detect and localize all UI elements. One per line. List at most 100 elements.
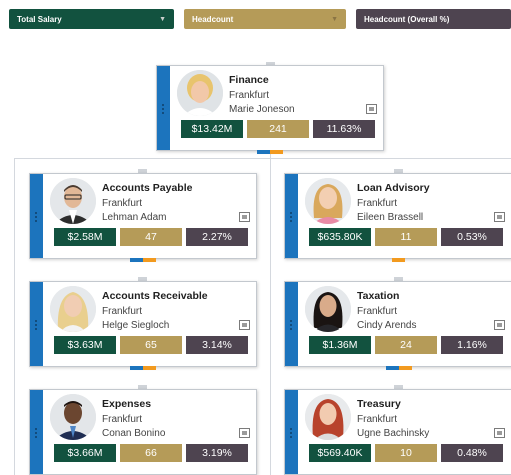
node-location: Frankfurt [102, 198, 143, 209]
org-node-finance[interactable]: Finance Frankfurt Marie Joneson $13.42M … [156, 65, 384, 151]
node-stats: $3.63M 65 3.14% [54, 336, 248, 354]
expand-bar[interactable] [386, 258, 412, 262]
org-node-accounts-receivable[interactable]: Accounts Receivable Frankfurt Helge Sieg… [29, 281, 257, 367]
zoom-icon[interactable] [366, 104, 377, 114]
node-title: Loan Advisory [357, 182, 430, 194]
zoom-icon[interactable] [494, 212, 505, 222]
connector-line [14, 158, 15, 475]
drag-handle[interactable] [285, 390, 298, 474]
node-location: Frankfurt [357, 306, 398, 317]
zoom-icon[interactable] [239, 320, 250, 330]
node-stats: $569.40K 10 0.48% [309, 444, 503, 462]
headcount-value: 66 [120, 444, 182, 462]
connector-line [270, 150, 271, 475]
salary-value: $2.58M [54, 228, 116, 246]
org-node-treasury[interactable]: Treasury Frankfurt Ugne Bachinsky $569.4… [284, 389, 511, 475]
node-title: Finance [229, 74, 269, 86]
drag-handle[interactable] [157, 66, 170, 150]
drag-handle-icon [290, 212, 293, 224]
node-person: Ugne Bachinsky [357, 428, 430, 439]
percent-value: 3.14% [186, 336, 248, 354]
percent-value: 2.27% [186, 228, 248, 246]
headcount-dropdown[interactable]: Headcount ▼ [184, 9, 346, 29]
node-person: Helge Siegloch [102, 320, 170, 331]
zoom-icon[interactable] [494, 320, 505, 330]
headcount-value: 10 [375, 444, 437, 462]
node-person: Conan Bonino [102, 428, 166, 439]
node-person: Eileen Brassell [357, 212, 424, 223]
node-location: Frankfurt [229, 90, 270, 101]
headcount-overall-dropdown[interactable]: Headcount (Overall %) [356, 9, 511, 29]
drag-handle-icon [290, 320, 293, 332]
drag-handle[interactable] [30, 390, 43, 474]
org-node-expenses[interactable]: Expenses Frankfurt Conan Bonino $3.66M 6… [29, 389, 257, 475]
node-stats: $1.36M 24 1.16% [309, 336, 503, 354]
drag-handle[interactable] [285, 174, 298, 258]
drag-handle-icon [35, 428, 38, 440]
salary-value: $1.36M [309, 336, 371, 354]
avatar [305, 286, 351, 332]
org-node-loan-advisory[interactable]: Loan Advisory Frankfurt Eileen Brassell … [284, 173, 511, 259]
node-stats: $13.42M 241 11.63% [181, 120, 375, 138]
node-location: Frankfurt [357, 414, 398, 425]
node-title: Accounts Payable [102, 182, 193, 194]
expand-bar[interactable] [130, 258, 156, 262]
node-title: Treasury [357, 398, 401, 410]
avatar [177, 70, 223, 116]
org-node-taxation[interactable]: Taxation Frankfurt Cindy Arends $1.36M 2… [284, 281, 511, 367]
node-stats: $2.58M 47 2.27% [54, 228, 248, 246]
avatar [305, 394, 351, 440]
chevron-down-icon: ▼ [331, 15, 338, 23]
headcount-value: 65 [120, 336, 182, 354]
connector-line [14, 158, 271, 159]
node-location: Frankfurt [102, 414, 143, 425]
node-stats: $635.80K 11 0.53% [309, 228, 503, 246]
avatar [50, 394, 96, 440]
node-title: Expenses [102, 398, 152, 410]
drag-handle-icon [35, 212, 38, 224]
node-title: Accounts Receivable [102, 290, 208, 302]
percent-value: 0.48% [441, 444, 503, 462]
node-person: Marie Joneson [229, 104, 295, 115]
total-salary-dropdown-label: Total Salary [17, 14, 62, 24]
node-stats: $3.66M 66 3.19% [54, 444, 248, 462]
percent-value: 1.16% [441, 336, 503, 354]
node-person: Lehman Adam [102, 212, 167, 223]
node-location: Frankfurt [102, 306, 143, 317]
connector-line [270, 158, 511, 159]
salary-value: $3.63M [54, 336, 116, 354]
drag-handle-icon [35, 320, 38, 332]
avatar [50, 286, 96, 332]
headcount-value: 47 [120, 228, 182, 246]
headcount-value: 11 [375, 228, 437, 246]
total-salary-dropdown[interactable]: Total Salary ▼ [9, 9, 174, 29]
percent-value: 0.53% [441, 228, 503, 246]
drag-handle[interactable] [30, 282, 43, 366]
drag-handle[interactable] [285, 282, 298, 366]
salary-value: $13.42M [181, 120, 243, 138]
drag-handle-icon [290, 428, 293, 440]
expand-bar[interactable] [130, 366, 156, 370]
org-node-accounts-payable[interactable]: Accounts Payable Frankfurt Lehman Adam $… [29, 173, 257, 259]
headcount-value: 241 [247, 120, 309, 138]
chevron-down-icon: ▼ [159, 15, 166, 23]
zoom-icon[interactable] [494, 428, 505, 438]
headcount-value: 24 [375, 336, 437, 354]
node-person: Cindy Arends [357, 320, 417, 331]
headcount-overall-dropdown-label: Headcount (Overall %) [364, 14, 450, 24]
percent-value: 3.19% [186, 444, 248, 462]
salary-value: $3.66M [54, 444, 116, 462]
expand-bar[interactable] [257, 150, 283, 154]
salary-value: $569.40K [309, 444, 371, 462]
headcount-dropdown-label: Headcount [192, 14, 234, 24]
expand-bar[interactable] [386, 366, 412, 370]
drag-handle-icon [162, 104, 165, 116]
drag-handle[interactable] [30, 174, 43, 258]
zoom-icon[interactable] [239, 428, 250, 438]
avatar [305, 178, 351, 224]
percent-value: 11.63% [313, 120, 375, 138]
zoom-icon[interactable] [239, 212, 250, 222]
node-title: Taxation [357, 290, 400, 302]
node-location: Frankfurt [357, 198, 398, 209]
avatar [50, 178, 96, 224]
